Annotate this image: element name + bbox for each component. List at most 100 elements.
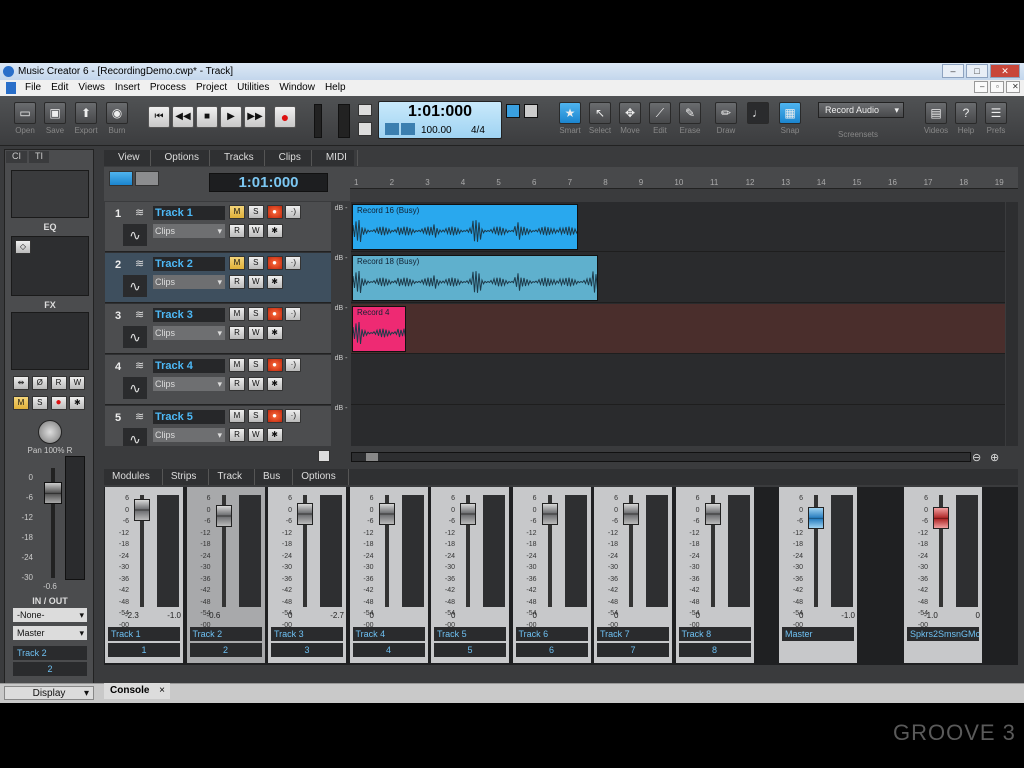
- volume-slider[interactable]: [314, 104, 322, 138]
- record-arm-button[interactable]: ●: [266, 205, 283, 219]
- draw-tool[interactable]: ✏ Draw: [712, 102, 740, 135]
- read-automation-button[interactable]: R: [229, 377, 245, 391]
- solo-button[interactable]: S: [247, 256, 264, 270]
- track-row[interactable]: 3 ≋ ∿ Track 3 Clips ▾ M S ● ·) R W ✱: [105, 304, 331, 354]
- write-automation-button[interactable]: W: [247, 377, 264, 391]
- fast-forward-button[interactable]: ▶▶: [244, 106, 266, 128]
- menu-project[interactable]: Project: [191, 80, 232, 96]
- volume-fader[interactable]: [623, 503, 639, 525]
- zoom-in-icon[interactable]: ⊕: [990, 451, 1002, 464]
- track-name[interactable]: Track 5: [153, 410, 225, 424]
- minimize-button[interactable]: –: [942, 64, 964, 78]
- inspector-tab-ci[interactable]: CI: [6, 151, 27, 163]
- doc-close-button[interactable]: ✕: [1006, 81, 1020, 93]
- stop-button[interactable]: ■: [196, 106, 218, 128]
- input-echo-button[interactable]: ·): [285, 256, 302, 270]
- strip-name[interactable]: Track 2: [189, 627, 262, 641]
- punch-icon[interactable]: [358, 122, 372, 136]
- strip-name[interactable]: Track 3: [271, 627, 343, 641]
- meter-value[interactable]: 4/4: [471, 125, 485, 136]
- fx-bypass-button[interactable]: ✱: [266, 377, 283, 391]
- clips-dropdown[interactable]: Clips ▾: [153, 326, 225, 340]
- volume-fader[interactable]: [704, 503, 721, 525]
- eq-display[interactable]: ◇: [11, 236, 89, 296]
- track-lane[interactable]: Record 18 (Busy): [351, 253, 1005, 303]
- solo-button[interactable]: S: [247, 358, 264, 372]
- rewind-to-start-button[interactable]: ⏮: [148, 106, 170, 128]
- menu-window[interactable]: Window: [274, 80, 320, 96]
- trackview-menu-midi[interactable]: MIDI: [312, 150, 358, 166]
- inspector-read-button[interactable]: R: [50, 376, 67, 390]
- volume-fader[interactable]: [134, 499, 150, 521]
- track-name[interactable]: Track 2: [153, 257, 225, 271]
- mute-button[interactable]: M: [229, 358, 245, 372]
- input-echo-button[interactable]: ·): [285, 358, 302, 372]
- zoom-out-icon[interactable]: ⊖: [972, 451, 984, 464]
- volume-fader[interactable]: [297, 503, 313, 525]
- clips-dropdown[interactable]: Clips ▾: [153, 377, 225, 391]
- console-menu-bus[interactable]: Bus: [255, 469, 294, 485]
- audio-clip[interactable]: Record 18 (Busy): [352, 255, 598, 301]
- input-echo-button[interactable]: ·): [285, 409, 302, 423]
- console-tab[interactable]: Console ×: [104, 683, 170, 699]
- strip-name[interactable]: Track 6: [515, 627, 588, 641]
- smart-tool[interactable]: ★ Smart: [556, 102, 584, 135]
- invert-icon[interactable]: Ø: [31, 376, 48, 390]
- now-time[interactable]: 1:01:000: [379, 103, 501, 121]
- trackview-menu-view[interactable]: View: [104, 150, 151, 166]
- track-name[interactable]: Track 1: [153, 206, 225, 220]
- play-selection-icon[interactable]: [524, 104, 538, 118]
- record-arm-button[interactable]: ●: [266, 409, 283, 423]
- strip-name[interactable]: Track 8: [678, 627, 751, 641]
- mute-button[interactable]: M: [229, 256, 245, 270]
- write-automation-button[interactable]: W: [247, 326, 264, 340]
- metronome-icon[interactable]: [385, 123, 399, 135]
- record-mode-dropdown[interactable]: Record Audio ▾: [818, 102, 904, 118]
- strip-name[interactable]: Track 5: [434, 627, 506, 641]
- record-arm-button[interactable]: ●: [266, 358, 283, 372]
- solo-button[interactable]: S: [247, 409, 264, 423]
- solo-button[interactable]: S: [247, 205, 264, 219]
- clips-dropdown[interactable]: Clips ▾: [153, 275, 225, 289]
- menu-views[interactable]: Views: [73, 80, 110, 96]
- track-lane[interactable]: Record 4: [351, 304, 1005, 354]
- console-menu-modules[interactable]: Modules: [104, 469, 163, 485]
- count-in-icon[interactable]: [401, 123, 415, 135]
- save-button[interactable]: ▣ Save: [42, 102, 68, 135]
- burn-button[interactable]: ◉ Burn: [104, 102, 130, 135]
- volume-fader[interactable]: [808, 507, 824, 529]
- erase-tool[interactable]: ✎ Erase: [676, 102, 704, 135]
- fx-bypass-button[interactable]: ✱: [266, 428, 283, 442]
- open-button[interactable]: ▭ Open: [12, 102, 38, 135]
- display-dropdown[interactable]: Display ▾: [4, 686, 94, 700]
- rewind-button[interactable]: ◀◀: [172, 106, 194, 128]
- trackview-menu-tracks[interactable]: Tracks: [210, 150, 265, 166]
- input-dropdown[interactable]: -None- ▾: [13, 608, 87, 622]
- close-tab-icon[interactable]: ×: [159, 683, 165, 699]
- read-automation-button[interactable]: R: [229, 224, 245, 238]
- clips-dropdown[interactable]: Clips ▾: [153, 428, 225, 442]
- output-dropdown[interactable]: Master ▾: [13, 626, 87, 640]
- track-name[interactable]: Track 3: [153, 308, 225, 322]
- track-row[interactable]: 5 ≋ ∿ Track 5 Clips ▾ M S ● ·) R W ✱: [105, 406, 331, 446]
- edit-tool[interactable]: ⟋ Edit: [646, 102, 674, 135]
- clips-pane[interactable]: Record 16 (Busy) Record 18 (Busy) Record 4: [351, 202, 1005, 446]
- track-name[interactable]: Track 4: [153, 359, 225, 373]
- console-menu-track[interactable]: Track: [209, 469, 256, 485]
- vertical-scrollbar[interactable]: [1006, 202, 1018, 446]
- inspector-write-button[interactable]: W: [69, 376, 86, 390]
- track-row[interactable]: 2 ≋ ∿ Track 2 Clips ▾ M S ● ·) R W ✱: [105, 253, 331, 303]
- menu-help[interactable]: Help: [320, 80, 351, 96]
- strip-name[interactable]: Spkrs2SmsnGMc: [907, 627, 980, 641]
- menu-process[interactable]: Process: [145, 80, 191, 96]
- menu-edit[interactable]: Edit: [46, 80, 73, 96]
- audio-clip[interactable]: Record 16 (Busy): [352, 204, 578, 250]
- track-lane[interactable]: [351, 406, 1005, 446]
- close-button[interactable]: ✕: [990, 64, 1020, 78]
- inspector-mute-button[interactable]: M: [13, 396, 29, 410]
- inspector-arm-button[interactable]: ●: [50, 396, 67, 410]
- strip-name[interactable]: Track 7: [597, 627, 669, 641]
- write-automation-button[interactable]: W: [247, 428, 264, 442]
- play-button[interactable]: ▶: [220, 106, 242, 128]
- list-view-button[interactable]: [109, 171, 133, 186]
